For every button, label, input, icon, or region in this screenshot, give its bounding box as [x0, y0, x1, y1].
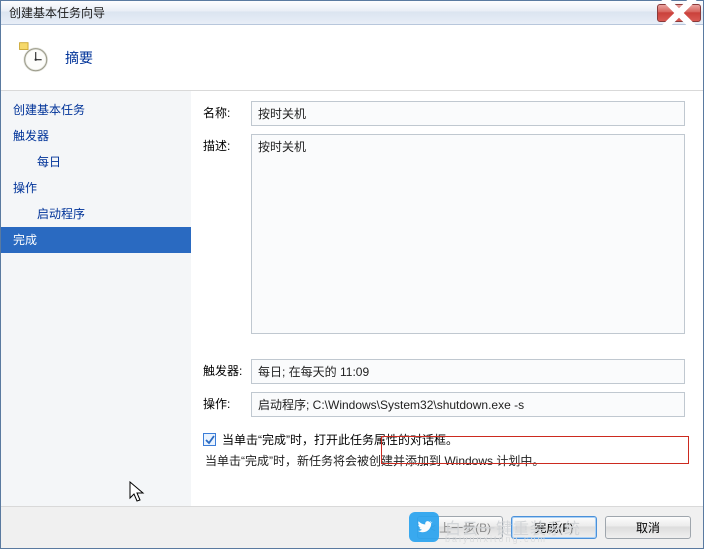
sidebar-item-create-basic-task[interactable]: 创建基本任务	[1, 97, 191, 123]
name-field[interactable]: 按时关机	[251, 101, 685, 126]
wizard-sidebar: 创建基本任务 触发器 每日 操作 启动程序 完成	[1, 91, 191, 506]
cancel-button[interactable]: 取消	[605, 516, 691, 539]
name-label: 名称:	[203, 101, 251, 121]
close-button[interactable]	[657, 4, 701, 22]
wizard-main: 名称: 按时关机 描述: 按时关机 触发器: 每日; 在每天的 11:09 操作…	[191, 91, 703, 506]
wizard-footer: 白云一键重装系统 baiyunxitong.com < 上一步(B) 完成(F)…	[1, 506, 703, 548]
sidebar-item-finish[interactable]: 完成	[1, 227, 191, 253]
clock-icon	[17, 41, 51, 75]
sidebar-item-action[interactable]: 操作	[1, 175, 191, 201]
wizard-body: 创建基本任务 触发器 每日 操作 启动程序 完成 名称: 按时关机 描述: 按时…	[1, 91, 703, 506]
sidebar-item-trigger[interactable]: 触发器	[1, 123, 191, 149]
titlebar: 创建基本任务向导	[1, 1, 703, 25]
back-button[interactable]: < 上一步(B)	[417, 516, 503, 539]
wizard-window: 创建基本任务向导 摘要 创建基本任务 触发器 每日 操作 启动程序 完成	[0, 0, 704, 549]
open-properties-label: 当单击“完成”时，打开此任务属性的对话框。	[222, 431, 458, 448]
open-properties-checkbox-row[interactable]: 当单击“完成”时，打开此任务属性的对话框。	[203, 431, 685, 448]
action-label: 操作:	[203, 392, 251, 412]
finish-button[interactable]: 完成(F)	[511, 516, 597, 539]
window-title: 创建基本任务向导	[9, 4, 657, 21]
sidebar-item-start-program[interactable]: 启动程序	[1, 201, 191, 227]
trigger-value: 每日; 在每天的 11:09	[251, 359, 685, 384]
sidebar-item-daily[interactable]: 每日	[1, 149, 191, 175]
open-properties-checkbox[interactable]	[203, 433, 216, 446]
wizard-step-title: 摘要	[65, 48, 93, 68]
trigger-label: 触发器:	[203, 359, 251, 379]
checkmark-icon	[205, 435, 215, 445]
wizard-header: 摘要	[1, 25, 703, 91]
description-field[interactable]: 按时关机	[251, 134, 685, 334]
action-value: 启动程序; C:\Windows\System32\shutdown.exe -…	[251, 392, 685, 417]
finish-hint: 当单击“完成”时，新任务将会被创建并添加到 Windows 计划中。	[203, 448, 685, 469]
description-label: 描述:	[203, 134, 251, 154]
